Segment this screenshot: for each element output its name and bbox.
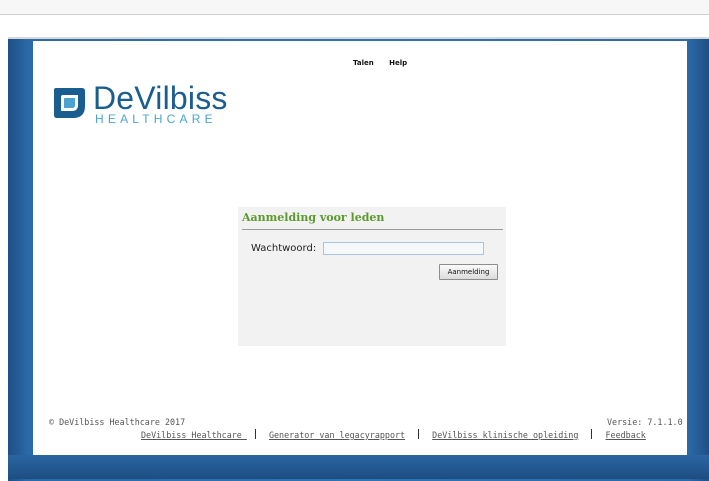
footer-separator bbox=[418, 429, 420, 439]
devilbiss-logo: DeVilbiss HEALTHCARE bbox=[51, 80, 231, 127]
footer-link-clinical-training[interactable]: DeVilbiss klinische opleiding bbox=[432, 430, 578, 440]
languages-link[interactable]: Talen bbox=[353, 59, 374, 67]
copyright-text: © DeVilbiss Healthcare 2017 bbox=[49, 417, 186, 427]
logo-subtitle: HEALTHCARE bbox=[95, 112, 217, 126]
password-label: Wachtwoord: bbox=[251, 243, 317, 254]
footer-separator bbox=[254, 429, 256, 439]
footer-links: DeVilbiss Healthcare Generator van legac… bbox=[141, 429, 646, 440]
main-panel: Talen Help DeVilbiss HEALTHCARE Aanmeldi… bbox=[33, 41, 687, 455]
browser-top-strip bbox=[0, 0, 709, 15]
footer-link-legacy-report[interactable]: Generator van legacyrapport bbox=[269, 430, 405, 440]
footer-link-devilbiss-healthcare[interactable]: DeVilbiss Healthcare bbox=[141, 430, 247, 440]
login-title: Aanmelding voor leden bbox=[242, 211, 385, 224]
footer-separator bbox=[591, 429, 593, 439]
login-divider bbox=[242, 229, 503, 230]
footer-link-feedback[interactable]: Feedback bbox=[606, 430, 646, 440]
login-button[interactable]: Aanmelding bbox=[439, 264, 498, 280]
top-gap bbox=[0, 15, 709, 37]
version-text: Versie: 7.1.1.0 bbox=[607, 417, 683, 427]
logo-name: DeVilbiss bbox=[93, 80, 228, 116]
bottom-band bbox=[8, 455, 709, 479]
logo-mark-icon bbox=[54, 88, 85, 118]
password-input[interactable] bbox=[323, 242, 484, 255]
login-box: Aanmelding voor leden Wachtwoord: Aanmel… bbox=[238, 207, 506, 346]
help-link[interactable]: Help bbox=[389, 59, 407, 67]
top-links: Talen Help bbox=[353, 59, 420, 67]
